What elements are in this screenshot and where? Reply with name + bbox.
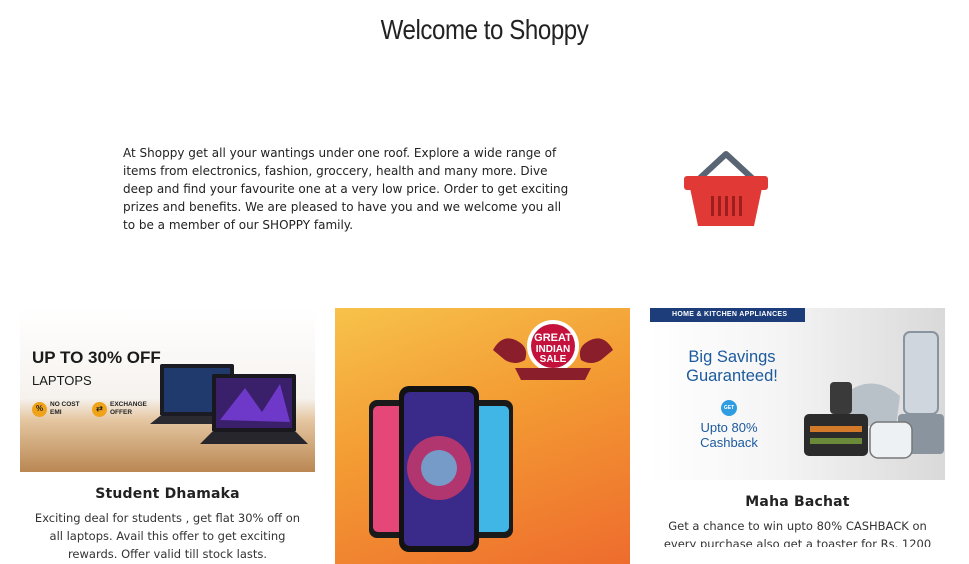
cashback-text: Upto 80% Cashback <box>700 420 758 450</box>
offer-card-student-dhamaka[interactable]: UP TO 30% OFF LAPTOPS % NO COST EMI ⇄ EX… <box>20 308 315 564</box>
banner-headline: UP TO 30% OFF <box>32 348 161 367</box>
page-title: Welcome to Shoppy <box>380 14 589 45</box>
no-cost-emi-badge: % NO COST EMI <box>32 401 80 417</box>
offer-card-maha-bachat[interactable]: HOME & KITCHEN APPLIANCES Big Savings Gu… <box>650 308 945 564</box>
offer-card-great-indian-sale[interactable]: GREAT INDIAN SALE <box>335 308 630 564</box>
appliances-image <box>804 331 944 459</box>
banner-headline: Big Savings Guaranteed! <box>686 348 778 385</box>
great-indian-sale-banner[interactable]: GREAT INDIAN SALE <box>335 308 630 564</box>
intro-paragraph: At Shoppy get all your wantings under on… <box>123 146 569 232</box>
great-indian-sale-logo: GREAT INDIAN SALE <box>493 320 613 380</box>
banner-subhead: LAPTOPS <box>32 373 92 388</box>
svg-text:GREAT: GREAT <box>534 332 572 344</box>
percent-icon: % <box>32 401 47 417</box>
card-title: Student Dhamaka <box>95 486 240 502</box>
home-kitchen-banner[interactable]: HOME & KITCHEN APPLIANCES Big Savings Gu… <box>650 308 945 480</box>
card-description: Get a chance to win upto 80% CASHBACK on… <box>663 519 932 547</box>
svg-text:SALE: SALE <box>540 354 567 365</box>
shopping-basket-icon <box>684 151 768 226</box>
category-tag: HOME & KITCHEN APPLIANCES <box>650 308 806 322</box>
laptop-offer-banner[interactable]: UP TO 30% OFF LAPTOPS % NO COST EMI ⇄ EX… <box>20 308 315 472</box>
card-description: Exciting deal for students , get flat 30… <box>34 511 301 561</box>
exchange-offer-badge: ⇄ EXCHANGE OFFER <box>92 401 148 417</box>
get-badge: GET <box>721 400 737 416</box>
laptops-image <box>150 364 308 444</box>
smartphones-image <box>369 386 513 552</box>
card-title: Maha Bachat <box>745 494 850 510</box>
exchange-icon: ⇄ <box>92 401 107 417</box>
